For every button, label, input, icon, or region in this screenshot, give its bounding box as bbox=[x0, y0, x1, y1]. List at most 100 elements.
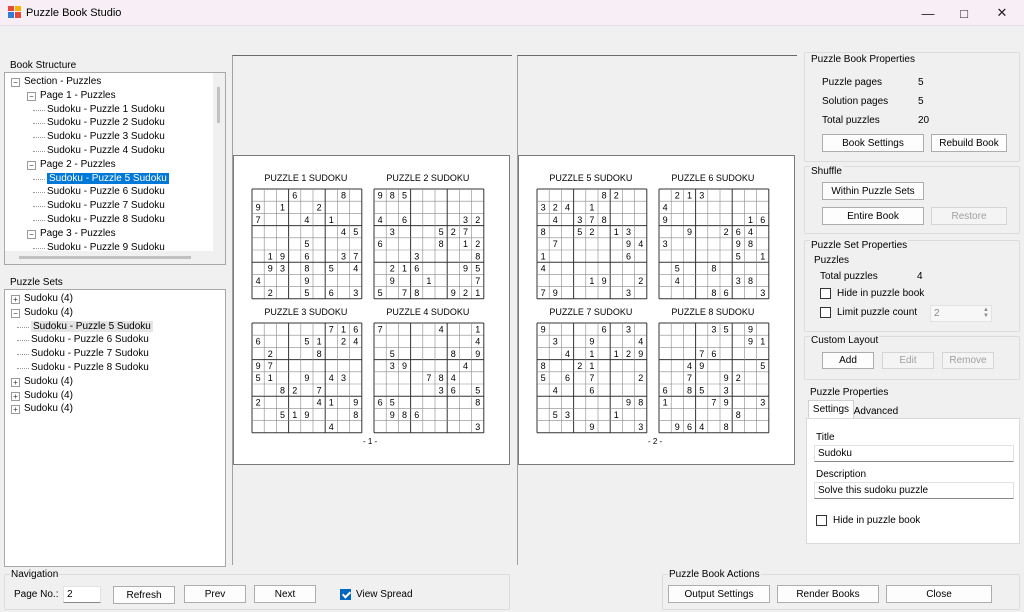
sudoku-digit: 6 bbox=[378, 398, 383, 408]
sudoku-digit: 4 bbox=[541, 264, 546, 274]
description-field[interactable]: Solve this sudoku puzzle bbox=[814, 482, 1014, 499]
sudoku-digit: 5 bbox=[353, 227, 358, 237]
shuffle-entire-book-button[interactable]: Entire Book bbox=[822, 207, 924, 225]
tree-item[interactable]: Sudoku - Puzzle 7 Sudoku bbox=[31, 347, 149, 361]
sudoku-digit: 2 bbox=[626, 349, 631, 359]
sudoku-digit: 6 bbox=[402, 215, 407, 225]
close-window-button[interactable]: ✕ bbox=[984, 0, 1020, 26]
tree-expander-icon[interactable]: − bbox=[27, 91, 36, 101]
tree-item[interactable]: Sudoku (4) bbox=[24, 292, 73, 306]
book-tree-hscroll-thumb[interactable] bbox=[19, 256, 191, 259]
puzzle-hide-checkbox[interactable] bbox=[816, 515, 827, 526]
tree-item[interactable]: Sudoku (4) bbox=[24, 389, 73, 403]
sudoku-digit: 2 bbox=[675, 190, 680, 200]
puzzle-title: PUZZLE 3 SUDOKU bbox=[264, 307, 348, 317]
tree-item[interactable]: Sudoku - Puzzle 1 Sudoku bbox=[47, 103, 165, 117]
prev-button[interactable]: Prev bbox=[184, 585, 246, 603]
rebuild-book-button[interactable]: Rebuild Book bbox=[931, 134, 1007, 152]
book-tree-vscrollbar[interactable] bbox=[213, 73, 225, 251]
close-button[interactable]: Close bbox=[886, 585, 992, 603]
tree-item-label: Sudoku (4) bbox=[24, 306, 73, 318]
tree-item[interactable]: Sudoku - Puzzle 2 Sudoku bbox=[47, 116, 165, 130]
page-number-input[interactable]: 2 bbox=[63, 586, 101, 603]
sudoku-digit: 9 bbox=[553, 288, 558, 298]
tree-item[interactable]: Page 1 - Puzzles bbox=[40, 89, 116, 103]
sudoku-digit: 4 bbox=[553, 385, 558, 395]
sudoku-digit: 1 bbox=[329, 215, 334, 225]
tree-expander-icon[interactable]: + bbox=[11, 295, 20, 304]
tree-expander-icon[interactable]: − bbox=[11, 78, 20, 87]
layout-edit-button[interactable]: Edit bbox=[882, 352, 934, 369]
puzzle-sets-tree[interactable]: + Sudoku (4) − Sudoku (4) Sudoku - Puzzle 5 … bbox=[4, 289, 226, 567]
restore-button[interactable]: Restore bbox=[931, 207, 1007, 225]
tree-item[interactable]: Page 3 - Puzzles bbox=[40, 227, 116, 241]
sudoku-digit: 8 bbox=[341, 190, 346, 200]
set-puzzles-sublabel: Puzzles bbox=[814, 255, 850, 266]
tab-advanced[interactable]: Advanced bbox=[852, 406, 900, 417]
tree-expander-icon[interactable]: − bbox=[27, 160, 36, 170]
sudoku-digit: 9 bbox=[390, 276, 395, 286]
tree-expander-icon[interactable]: − bbox=[11, 308, 20, 318]
tree-expander-icon[interactable]: + bbox=[11, 405, 20, 415]
tree-item[interactable]: Sudoku - Puzzle 5 Sudoku bbox=[31, 320, 153, 334]
tree-item[interactable]: Sudoku - Puzzle 5 Sudoku bbox=[47, 172, 169, 186]
tree-expander-icon[interactable]: + bbox=[11, 377, 20, 387]
sudoku-digit: 4 bbox=[565, 203, 570, 213]
tree-item[interactable]: Sudoku - Puzzle 4 Sudoku bbox=[47, 144, 165, 158]
tree-item-label: Sudoku - Puzzle 3 Sudoku bbox=[47, 131, 165, 143]
sudoku-digit: 5 bbox=[541, 373, 546, 383]
next-button[interactable]: Next bbox=[254, 585, 316, 603]
tree-connector-line bbox=[17, 368, 29, 369]
title-field[interactable]: Sudoku bbox=[814, 445, 1014, 462]
minimize-button[interactable]: — bbox=[910, 0, 946, 26]
limit-count-checkbox[interactable] bbox=[820, 307, 831, 318]
tree-item[interactable]: Sudoku - Puzzle 8 Sudoku bbox=[31, 361, 149, 375]
sudoku-digit: 3 bbox=[390, 227, 395, 237]
set-hide-checkbox[interactable] bbox=[820, 288, 831, 299]
refresh-button[interactable]: Refresh bbox=[113, 586, 175, 604]
tree-item[interactable]: Sudoku (4) bbox=[24, 375, 73, 389]
sudoku-digit: 6 bbox=[760, 215, 765, 225]
tree-item[interactable]: Sudoku (4) bbox=[24, 306, 73, 320]
title-bar: Puzzle Book Studio — □ ✕ bbox=[0, 0, 1024, 26]
output-settings-button[interactable]: Output Settings bbox=[668, 585, 770, 603]
tab-settings[interactable]: Settings bbox=[808, 404, 854, 415]
tree-item[interactable]: Sudoku - Puzzle 9 Sudoku bbox=[47, 241, 165, 255]
shuffle-within-sets-button[interactable]: Within Puzzle Sets bbox=[822, 182, 924, 200]
sudoku-digit: 1 bbox=[687, 190, 692, 200]
sudoku-digit: 4 bbox=[675, 276, 680, 286]
tree-item[interactable]: Sudoku - Puzzle 3 Sudoku bbox=[47, 130, 165, 144]
book-tree-vscroll-thumb[interactable] bbox=[217, 87, 220, 123]
sudoku-digit: 8 bbox=[541, 227, 546, 237]
layout-add-button[interactable]: Add bbox=[822, 352, 874, 369]
tree-item[interactable]: Section - Puzzles bbox=[24, 75, 101, 89]
sudoku-digit: 3 bbox=[341, 251, 346, 261]
sudoku-digit: 2 bbox=[451, 227, 456, 237]
book-structure-tree[interactable]: − Section - Puzzles − Page 1 - Puzzles Sudok… bbox=[4, 72, 226, 265]
stepper-arrows-icon[interactable]: ▲ ▼ bbox=[983, 307, 989, 319]
tree-item-label: Sudoku - Puzzle 1 Sudoku bbox=[47, 103, 165, 115]
layout-remove-button[interactable]: Remove bbox=[942, 352, 994, 369]
view-spread-checkbox[interactable] bbox=[340, 589, 351, 600]
tree-item[interactable]: Sudoku (4) bbox=[24, 402, 73, 416]
tree-item[interactable]: Sudoku - Puzzle 6 Sudoku bbox=[47, 185, 165, 199]
tree-item[interactable]: Sudoku - Puzzle 8 Sudoku bbox=[47, 213, 165, 227]
tree-item[interactable]: Sudoku - Puzzle 7 Sudoku bbox=[47, 199, 165, 213]
book-settings-button[interactable]: Book Settings bbox=[822, 134, 924, 152]
sudoku-digit: 2 bbox=[724, 227, 729, 237]
sudoku-digit: 9 bbox=[268, 264, 273, 274]
tree-item[interactable]: Page 2 - Puzzles bbox=[40, 158, 116, 172]
limit-count-stepper[interactable]: 2 ▲ ▼ bbox=[930, 305, 992, 322]
sudoku-digit: 9 bbox=[280, 251, 285, 261]
sudoku-digit: 2 bbox=[614, 190, 619, 200]
render-books-button[interactable]: Render Books bbox=[777, 585, 879, 603]
tree-connector-line bbox=[17, 354, 29, 356]
tree-expander-icon[interactable]: − bbox=[27, 229, 36, 239]
sudoku-digit: 2 bbox=[638, 373, 643, 383]
maximize-button[interactable]: □ bbox=[946, 0, 982, 26]
book-actions-label: Puzzle Book Actions bbox=[668, 569, 761, 580]
tree-item[interactable]: Sudoku - Puzzle 6 Sudoku bbox=[31, 333, 149, 347]
sudoku-digit: 9 bbox=[699, 361, 704, 371]
tree-expander-icon[interactable]: + bbox=[11, 391, 20, 401]
puzzle-title: PUZZLE 8 SUDOKU bbox=[671, 307, 755, 317]
